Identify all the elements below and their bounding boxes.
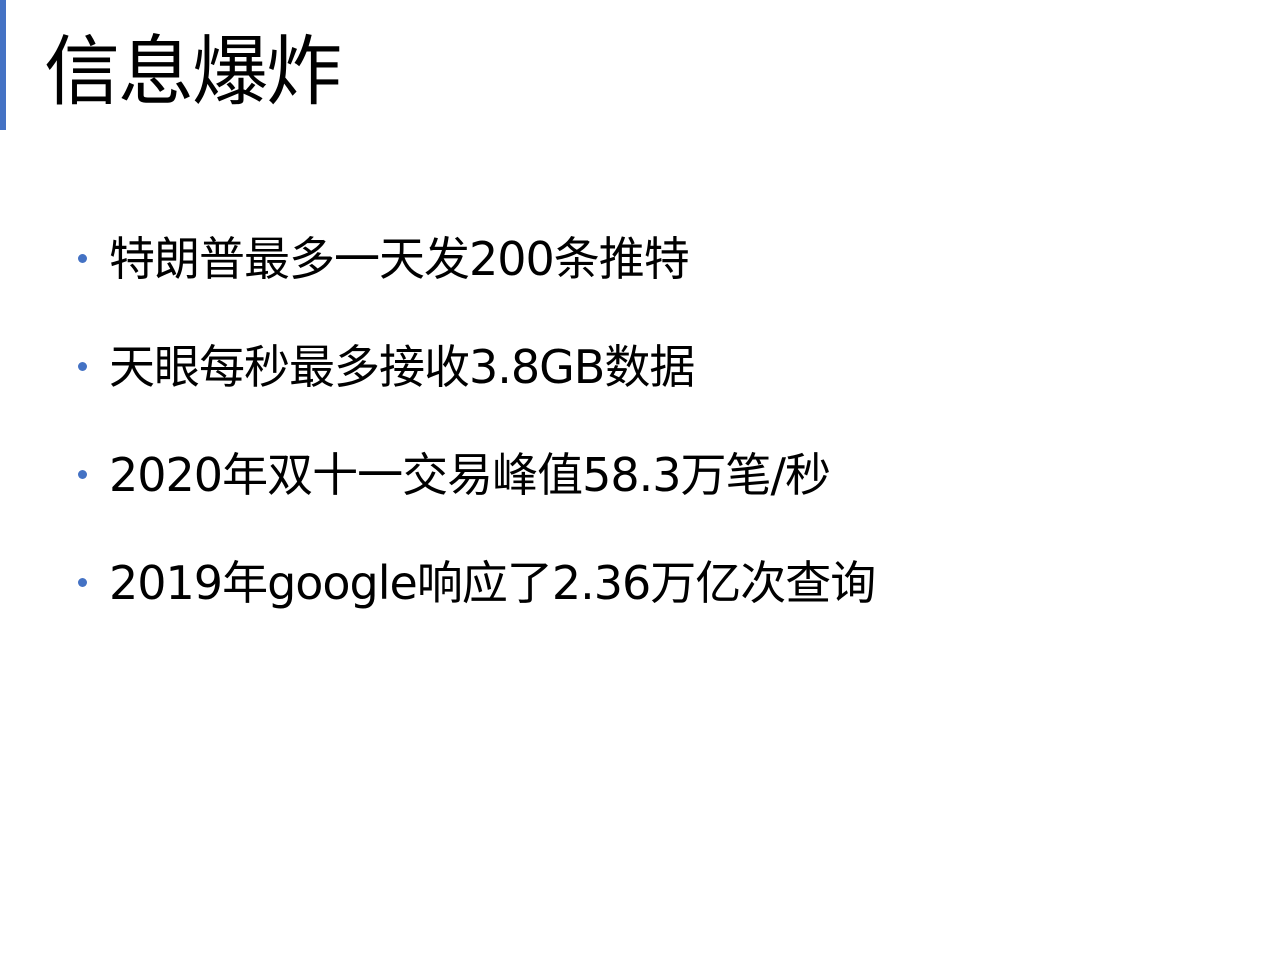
bullet-icon [78, 254, 87, 263]
bullet-item: 2019年google响应了2.36万亿次查询 [78, 552, 876, 660]
bullet-list: 特朗普最多一天发200条推特 天眼每秒最多接收3.8GB数据 2020年双十一交… [78, 228, 876, 660]
slide: 信息爆炸 特朗普最多一天发200条推特 天眼每秒最多接收3.8GB数据 2020… [0, 0, 1280, 960]
bullet-item: 特朗普最多一天发200条推特 [78, 228, 875, 336]
bullet-text: 天眼每秒最多接收3.8GB数据 [109, 340, 695, 394]
bullet-icon [78, 578, 87, 587]
bullet-item: 天眼每秒最多接收3.8GB数据 [78, 336, 875, 444]
bullet-text: 2019年google响应了2.36万亿次查询 [109, 556, 876, 610]
title-accent-bar [0, 0, 6, 130]
bullet-item: 2020年双十一交易峰值58.3万笔/秒 [78, 444, 875, 552]
bullet-icon [78, 470, 87, 479]
bullet-text: 2020年双十一交易峰值58.3万笔/秒 [109, 448, 831, 502]
bullet-icon [78, 362, 87, 371]
bullet-text: 特朗普最多一天发200条推特 [109, 232, 690, 286]
slide-title: 信息爆炸 [44, 27, 342, 116]
